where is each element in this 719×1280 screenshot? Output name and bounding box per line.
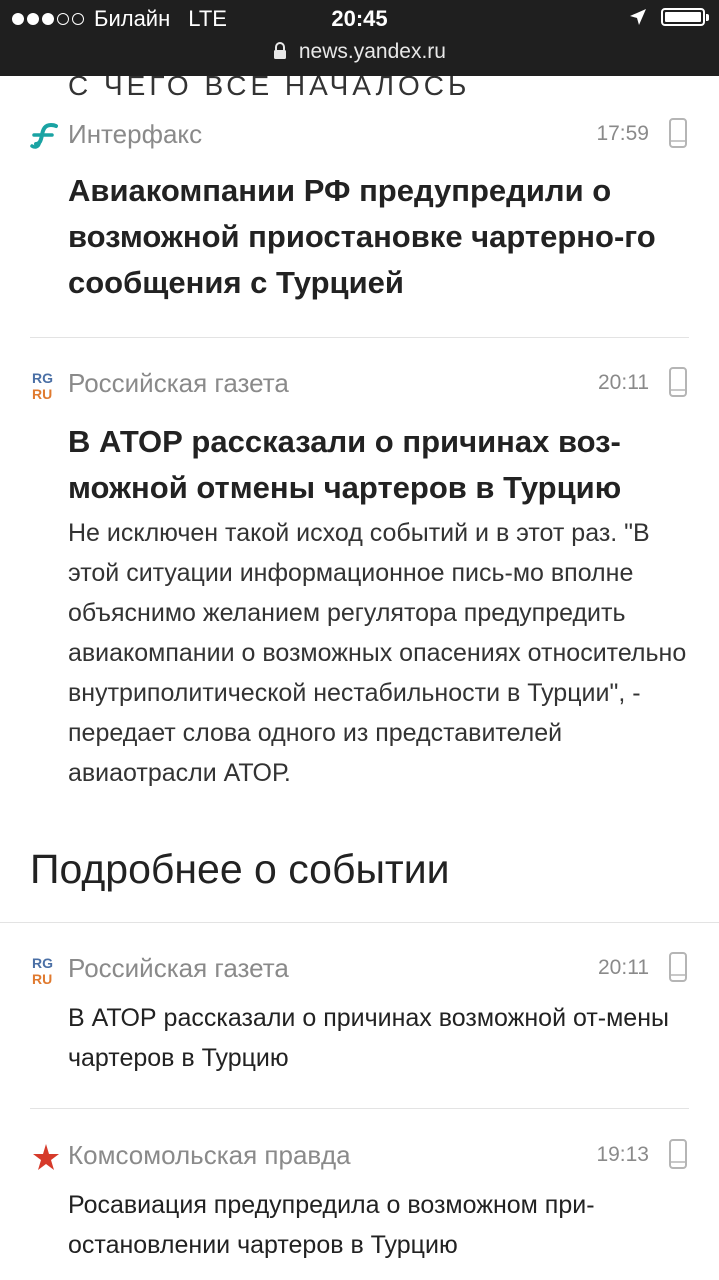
source-row: Интерфакс 17:59 (30, 116, 689, 156)
rg-logo-icon: RG RU (32, 370, 53, 401)
source-name[interactable]: Интерфакс (68, 119, 202, 150)
svg-text:RG: RG (32, 955, 53, 971)
more-item-rg[interactable]: RG RU Российская газета 20:11 В АТОР рас… (30, 950, 689, 1078)
clock: 20:45 (331, 6, 388, 31)
status-icons (629, 8, 709, 26)
location-arrow-icon (630, 9, 646, 25)
interfax-logo-icon (30, 122, 58, 149)
more-about-event-title: Подробнее о событии (30, 846, 450, 892)
source-name[interactable]: Российская газета (68, 368, 289, 399)
publish-time: 20:11 (598, 371, 649, 394)
publish-time: 19:13 (596, 1143, 649, 1166)
lock-icon (274, 42, 287, 59)
mobile-icon (669, 1139, 687, 1169)
story-headline[interactable]: Авиакомпании РФ предупредили о возможной… (68, 168, 689, 306)
publish-time: 17:59 (596, 122, 649, 145)
svg-text:RG: RG (32, 370, 53, 386)
publish-time: 20:11 (598, 956, 649, 979)
mobile-icon (669, 952, 687, 982)
source-row: Комсомольская правда 19:13 (30, 1137, 689, 1177)
more-item-title[interactable]: В АТОР рассказали о причинах возможной о… (68, 998, 689, 1078)
story-headline[interactable]: В АТОР рассказали о причинах воз-можной … (68, 419, 689, 511)
divider (30, 337, 689, 338)
mobile-icon (669, 118, 687, 148)
story-snippet: Не исключен такой исход событий и в этот… (68, 519, 687, 787)
kp-logo-icon (33, 1144, 59, 1170)
address-bar[interactable]: news.yandex.ru (0, 40, 719, 64)
status-bar: Билайн LTE 20:45 news.yandex.ru (0, 0, 719, 76)
source-row: RG RU Российская газета 20:11 (30, 950, 689, 990)
rg-logo-icon: RG RU (32, 955, 53, 986)
story-rg[interactable]: RG RU Российская газета 20:11 В АТОР рас… (30, 365, 689, 793)
story-interfax[interactable]: Интерфакс 17:59 Авиакомпании РФ предупре… (30, 116, 689, 306)
source-name[interactable]: Российская газета (68, 953, 289, 984)
battery-icon (661, 8, 709, 26)
more-item-title[interactable]: Росавиация предупредила о возможном при-… (68, 1185, 689, 1265)
divider (30, 1108, 689, 1109)
divider (0, 922, 719, 923)
url-text[interactable]: news.yandex.ru (299, 40, 446, 63)
source-row: RG RU Российская газета 20:11 (30, 365, 689, 405)
svg-text:RU: RU (32, 971, 52, 986)
mobile-icon (669, 367, 687, 397)
more-item-kp[interactable]: Комсомольская правда 19:13 Росавиация пр… (30, 1137, 689, 1265)
svg-text:RU: RU (32, 386, 52, 401)
source-name[interactable]: Комсомольская правда (68, 1140, 351, 1171)
